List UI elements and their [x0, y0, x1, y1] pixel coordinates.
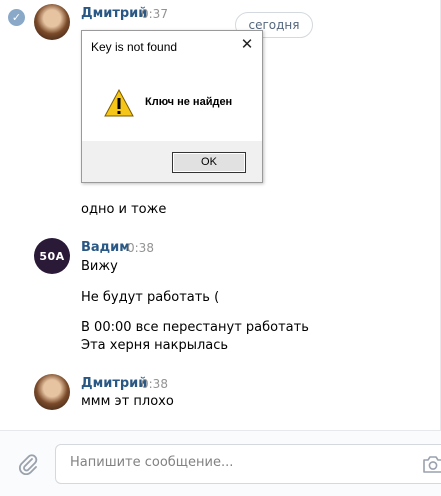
dialog-title: Key is not found — [91, 40, 178, 54]
message-text: Не будут работать ( — [81, 290, 220, 305]
message-text: В 00:00 все перестанут работать — [81, 320, 309, 335]
input-placeholder: Напишите сообщение... — [70, 455, 234, 470]
message-text: Эта херня накрылась — [81, 338, 229, 353]
ok-button[interactable]: OK — [172, 152, 246, 173]
message-text: Вижу — [81, 259, 118, 274]
paperclip-icon[interactable] — [17, 453, 39, 475]
read-check-icon: ✓ — [8, 9, 25, 26]
avatar-dmitry[interactable] — [34, 4, 70, 40]
message-text: одно и тоже — [81, 202, 167, 217]
message-author[interactable]: Вадим — [81, 240, 130, 255]
message-author[interactable]: Дмитрий — [81, 376, 147, 391]
avatar-label: 50A — [39, 249, 65, 263]
error-dialog: Key is not found ✕ Ключ не найден OK — [81, 30, 263, 183]
avatar-dmitry[interactable] — [34, 374, 70, 410]
avatar-vadim[interactable]: 50A — [34, 238, 70, 274]
warning-icon — [104, 89, 134, 117]
message-time: 0:38 — [141, 377, 168, 391]
message-time: 0:37 — [141, 7, 168, 21]
message-text: ммм эт плохо — [81, 394, 174, 409]
dialog-message: Ключ не найден — [145, 96, 233, 108]
message-author[interactable]: Дмитрий — [81, 6, 147, 21]
message-composer: Напишите сообщение... — [0, 430, 441, 496]
camera-icon[interactable] — [422, 454, 441, 474]
close-icon[interactable]: ✕ — [239, 36, 255, 52]
message-input[interactable]: Напишите сообщение... — [55, 444, 441, 484]
message-time: 0:38 — [127, 241, 154, 255]
